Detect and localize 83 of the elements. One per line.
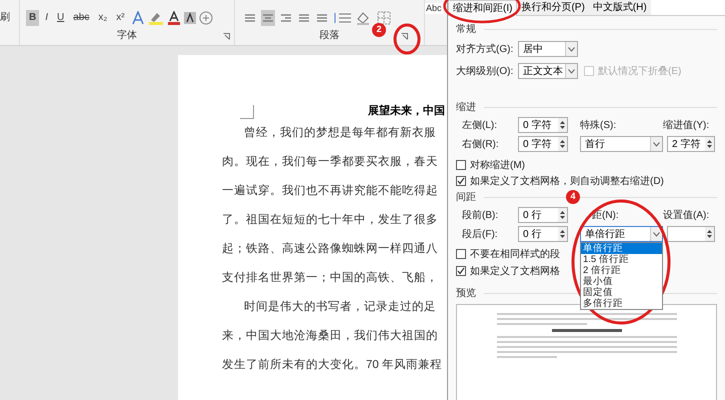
chevron-down-icon [568,46,575,52]
document-text-line: 支付排名世界第一；中国的高铁、飞船， [222,270,439,286]
dropdown-option[interactable]: 多倍行距 [581,298,662,309]
left-indent-field[interactable]: 0 字符 [518,117,568,133]
field-label: 段后(F): [461,228,499,242]
spacing-after-field[interactable]: 0 行 [518,226,568,242]
spinner-arrows-icon [705,227,714,241]
outline-level-select[interactable]: 正文文本 [518,63,578,79]
checkbox[interactable] [456,176,466,186]
document-text-line: 时间是伟大的书写者，记录走过的足 [243,300,437,315]
document-text-line: 曾经，我们的梦想是每年都有新衣服 [243,125,437,141]
style-preview[interactable]: Abc [425,3,443,14]
field-label: 左侧(L): [461,118,498,132]
document-text-line: 起；铁路、高速公路像蜘蛛网一样四通八 [222,241,439,257]
spinner-arrows-icon [558,227,567,241]
dropdown-option[interactable]: 固定值 [581,287,662,298]
dropdown-option[interactable]: 最小值 [581,276,662,287]
section-heading: 间距 [456,190,476,204]
section-heading: 常规 [456,22,476,36]
spinner-arrows-icon [558,118,567,132]
line-spacing-select[interactable]: 单倍行距 [580,226,663,242]
indent-by-field[interactable]: 2 字符 [667,136,715,152]
checkbox-label: 默认情况下折叠(E) [598,64,682,78]
chevron-down-icon [568,68,575,74]
field-label: 缩进值(Y): [663,118,710,132]
right-indent-field[interactable]: 0 字符 [518,136,568,152]
font-format-button[interactable]: U [54,10,68,26]
text-effects-icon [130,11,145,25]
margin-corner-mark [240,105,254,119]
document-text-line: 发生了前所未有的大变化。70 年风雨兼程 [222,357,443,373]
dropdown-option[interactable]: 单倍行距 [581,243,662,254]
section-heading: 缩进 [456,100,476,114]
line-spacing-icon[interactable] [333,12,351,24]
group-label: 段落 [320,28,340,43]
section-heading: 预览 [456,286,476,300]
special-indent-select[interactable]: 首行 [580,136,663,152]
annotation-circle [392,22,422,56]
dropdown-option[interactable]: 2 倍行距 [581,265,662,276]
document-text-line: 肉。现在，我们每一季都要买衣服，春天 [222,154,439,170]
font-format-button[interactable]: x₂ [95,10,110,26]
document-text-line: 来，中国大地沧海桑田，我们伟大祖国的 [222,328,439,344]
spacing-value-field[interactable] [667,226,715,242]
checkbox-label: 不要在相同样式的段 [470,248,560,262]
field-label: 对齐方式(G): [456,42,514,56]
dialog-launcher-icon[interactable] [223,33,230,40]
checkbox-label: 如果定义了文档网格，则自动调整右缩进(D) [470,174,664,188]
spacing-before-field[interactable]: 0 行 [518,207,568,223]
font-format-button[interactable]: I [42,10,52,26]
field-label: 右侧(R): [461,138,500,152]
borders-icon[interactable] [377,11,391,25]
dialog-tab[interactable]: 中文版式(H) [588,0,651,16]
dialog-tab[interactable]: 缩进和间距(I) [448,0,518,16]
font-format-button[interactable]: x² [113,10,128,26]
document-text-line: 一遍试穿。我们也不再讲究能不能吃得起 [222,183,439,199]
checkbox[interactable] [456,266,466,276]
dialog-launcher-icon[interactable] [401,33,408,40]
field-label: 段前(B): [461,208,500,222]
alignment-select[interactable]: 居中 [518,41,578,57]
enclosed-character-icon [198,11,213,25]
field-label: 设置值(A): [663,208,710,222]
font-format-button[interactable]: B [26,10,40,26]
font-format-button[interactable]: abc [70,10,92,26]
highlighter-icon [148,11,164,25]
font-color-icon [166,11,181,25]
align-button[interactable] [261,10,275,26]
character-shading-icon [184,11,196,25]
spinner-arrows-icon [558,208,567,222]
ribbon-label: 刷 [0,11,10,25]
document-text-line: 了。祖国在短短的七十年中，发生了很多 [222,212,439,228]
checkbox-label: 对称缩进(M) [470,158,525,172]
field-label: 特殊(S): [579,118,618,132]
chevron-down-icon [653,142,660,146]
spinner-arrows-icon [558,137,567,151]
field-label: 大纲级别(O): [456,64,514,78]
spinner-arrows-icon [705,137,714,151]
checkbox-label: 如果定义了文档网格 [470,264,560,278]
document-title: 展望未来，中国 [368,104,445,119]
group-label: 字体 [117,28,137,43]
checkbox[interactable] [456,160,466,170]
chevron-down-icon [653,232,660,236]
dropdown-option[interactable]: 1.5 倍行距 [581,254,662,265]
checkbox[interactable] [456,249,466,259]
dialog-tab[interactable]: 换行和分页(P) [517,0,589,16]
